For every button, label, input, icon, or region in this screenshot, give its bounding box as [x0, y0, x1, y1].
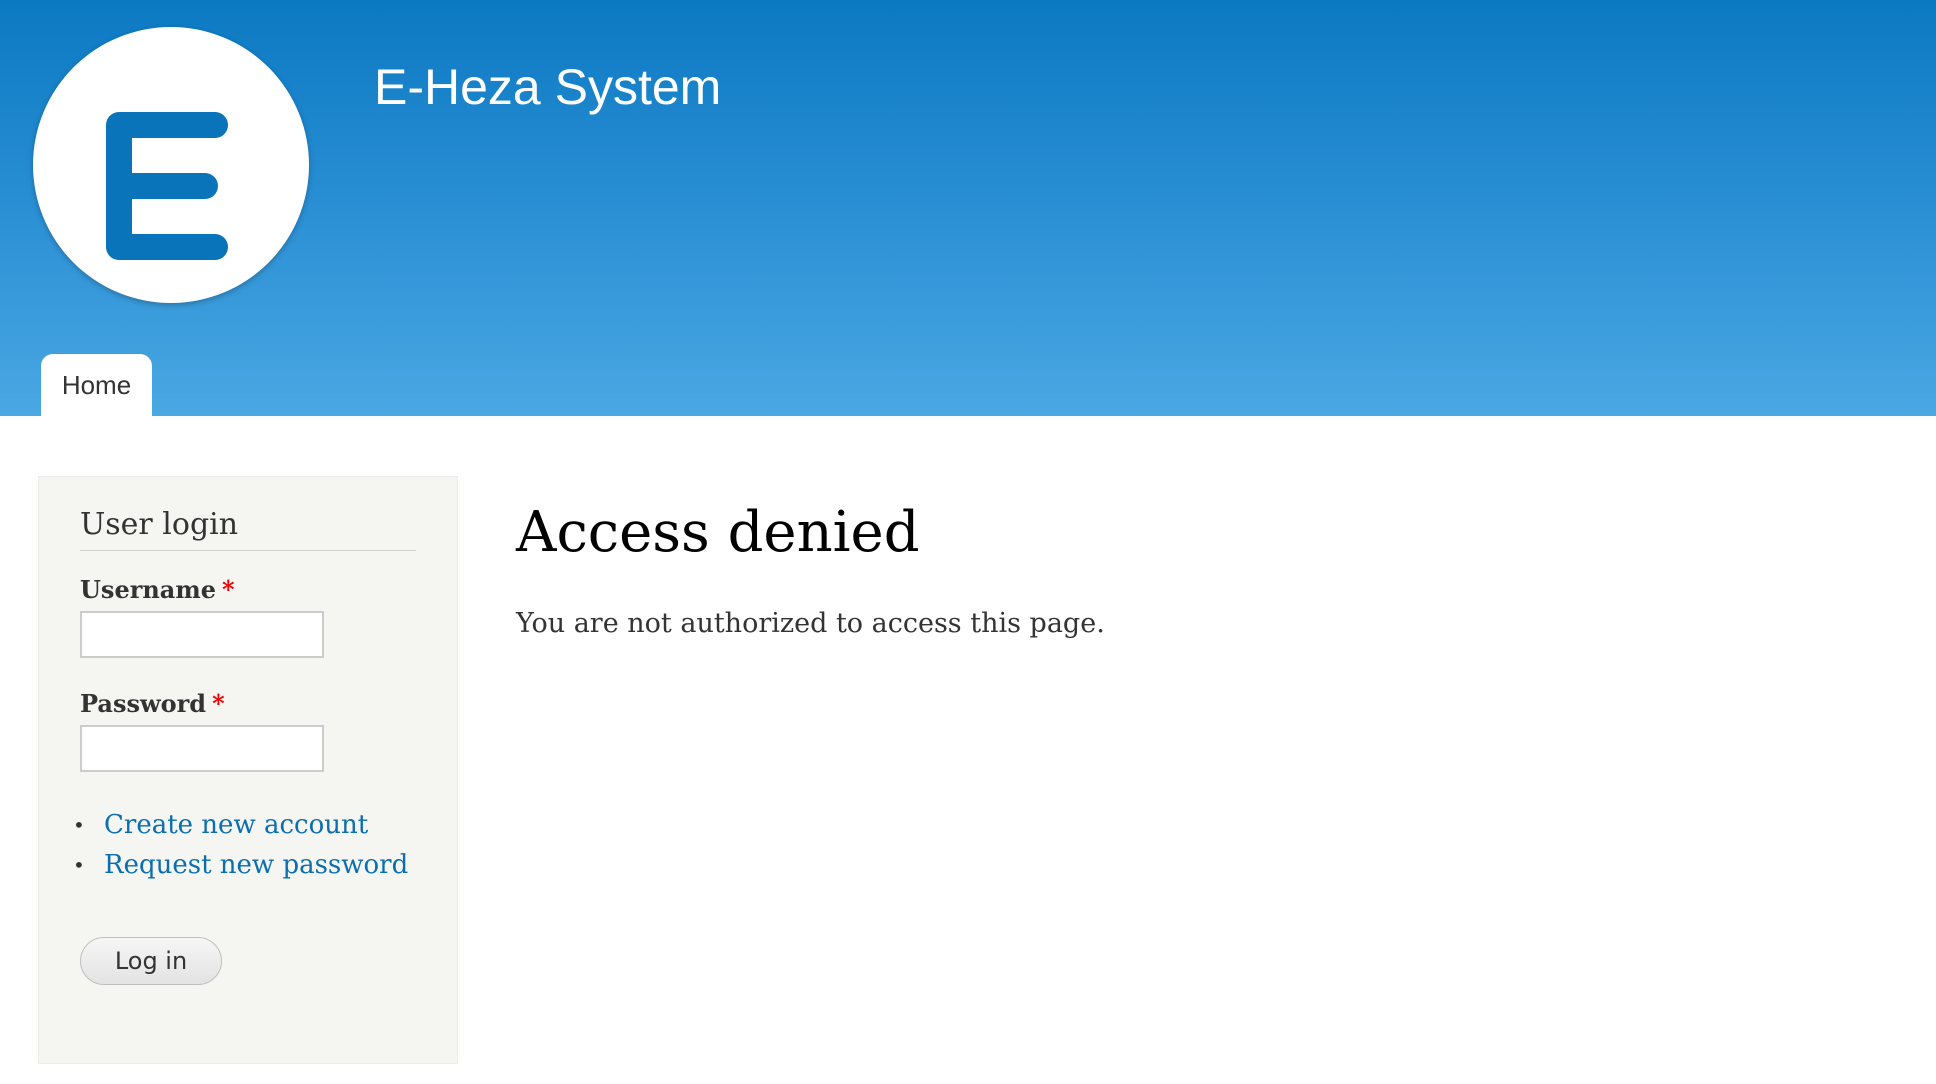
- bullet-icon: •: [73, 853, 85, 877]
- username-input[interactable]: [80, 611, 324, 658]
- user-login-block: User login Username * Password * • Create …: [38, 476, 458, 1064]
- bullet-icon: •: [73, 813, 85, 837]
- password-label: Password *: [80, 689, 225, 718]
- site-logo[interactable]: [33, 27, 309, 303]
- create-account-link[interactable]: Create new account: [104, 810, 368, 840]
- username-label: Username *: [80, 575, 235, 604]
- site-header: E-Heza System Home: [0, 0, 1936, 416]
- site-name[interactable]: E-Heza System: [374, 58, 721, 116]
- password-label-text: Password: [80, 689, 207, 718]
- logo-e-icon: [106, 112, 228, 260]
- password-input[interactable]: [80, 725, 324, 772]
- login-links: • Create new account • Request new passw…: [39, 805, 408, 885]
- required-marker: *: [212, 689, 225, 718]
- tab-home[interactable]: Home: [41, 354, 152, 416]
- list-item: • Create new account: [39, 805, 408, 845]
- login-button[interactable]: Log in: [80, 937, 222, 985]
- username-label-text: Username: [80, 575, 217, 604]
- required-marker: *: [222, 575, 235, 604]
- request-password-link[interactable]: Request new password: [104, 850, 408, 880]
- access-denied-message: You are not authorized to access this pa…: [516, 608, 1105, 639]
- page-title: Access denied: [516, 500, 920, 565]
- list-item: • Request new password: [39, 845, 408, 885]
- block-title: User login: [80, 507, 416, 551]
